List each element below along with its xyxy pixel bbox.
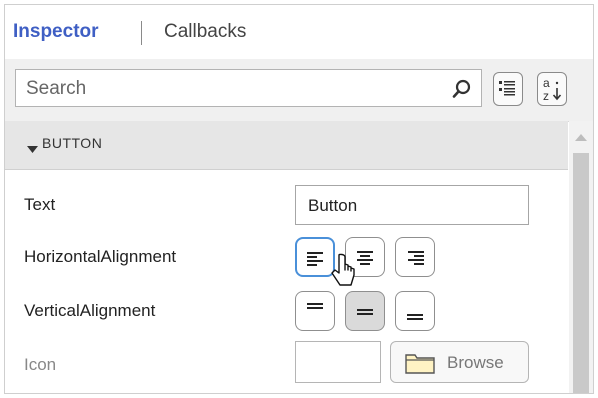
text-label: Text bbox=[24, 195, 56, 214]
valign-top-button[interactable] bbox=[295, 291, 335, 331]
scroll-up-arrow-icon[interactable] bbox=[575, 129, 587, 147]
toolbar: a z bbox=[5, 59, 593, 122]
valign-bottom-icon bbox=[407, 314, 423, 320]
align-right-icon bbox=[408, 251, 424, 265]
tab-separator bbox=[141, 21, 142, 45]
caret-down-icon[interactable] bbox=[27, 141, 38, 159]
categorize-button[interactable] bbox=[493, 72, 523, 106]
sort-alpha-icon: a z bbox=[538, 76, 566, 109]
tab-bar: Inspector Callbacks bbox=[5, 5, 593, 59]
align-center-icon bbox=[357, 251, 373, 265]
section-header-button[interactable]: BUTTON bbox=[5, 121, 568, 170]
tab-inspector[interactable]: Inspector bbox=[13, 21, 99, 43]
section-title: BUTTON bbox=[42, 135, 103, 151]
text-value-field[interactable]: Button bbox=[295, 185, 529, 225]
align-right-button[interactable] bbox=[395, 237, 435, 277]
icon-label: Icon bbox=[24, 355, 57, 374]
valign-center-button[interactable] bbox=[345, 291, 385, 331]
search-box bbox=[15, 69, 482, 107]
vertical-alignment-label: VerticalAlignment bbox=[24, 301, 156, 320]
align-left-icon bbox=[307, 252, 323, 266]
folder-icon bbox=[405, 352, 435, 379]
valign-bottom-button[interactable] bbox=[395, 291, 435, 331]
scroll-thumb[interactable] bbox=[573, 153, 589, 393]
property-content: BUTTON Text Button HorizontalAlignment V… bbox=[5, 121, 593, 393]
inspector-panel: Inspector Callbacks Search a z BUTTON Te… bbox=[4, 4, 594, 394]
list-view-icon bbox=[494, 81, 522, 109]
search-icon[interactable] bbox=[451, 78, 473, 105]
browse-button[interactable]: Browse bbox=[390, 341, 529, 383]
valign-center-icon bbox=[357, 309, 373, 315]
text-value: Button bbox=[308, 196, 358, 215]
sort-button[interactable]: a z bbox=[537, 72, 567, 106]
svg-text:z: z bbox=[543, 89, 549, 103]
scrollbar[interactable] bbox=[569, 121, 593, 393]
icon-file-field[interactable] bbox=[295, 341, 381, 383]
horizontal-alignment-label: HorizontalAlignment bbox=[24, 247, 177, 266]
browse-label: Browse bbox=[447, 353, 504, 372]
mouse-pointer-icon bbox=[329, 253, 357, 294]
valign-top-icon bbox=[307, 303, 323, 309]
svg-text:a: a bbox=[543, 76, 550, 90]
search-input[interactable] bbox=[24, 76, 438, 102]
tab-callbacks[interactable]: Callbacks bbox=[164, 21, 246, 43]
